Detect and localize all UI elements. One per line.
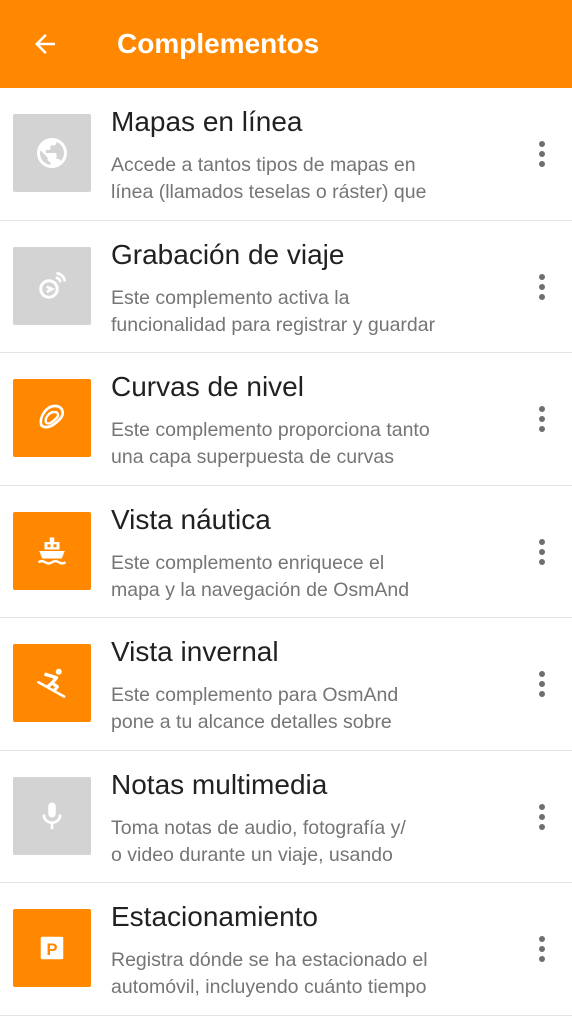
more-options-button[interactable]	[522, 399, 562, 439]
plugin-icon-container: P	[13, 909, 91, 987]
plugin-title: Curvas de nivel	[111, 371, 304, 402]
plugin-title: Notas multimedia	[111, 768, 328, 800]
more-options-button[interactable]	[522, 797, 562, 837]
plugin-description: Este complemento enriquece el mapa y la …	[111, 550, 511, 604]
description-line: Registra dónde se ha estacionado el	[111, 949, 428, 971]
plugin-title: Grabación de viaje	[111, 238, 345, 270]
plugin-icon-container	[13, 511, 91, 590]
more-vert-icon	[539, 671, 545, 677]
more-options-button[interactable]	[522, 929, 562, 969]
plugin-list: Mapas en línea Accede a tantos tipos de …	[0, 88, 572, 1016]
description-line: Este complemento proporciona tanto	[111, 419, 430, 441]
arrow-left-icon	[34, 34, 55, 54]
description-line: Toma notas de audio, fotografía y/	[111, 816, 406, 839]
plugin-title: Vista invernal	[111, 636, 279, 667]
plugin-item-multimedia-notes[interactable]: Notas multimedia Toma notas de audio, fo…	[0, 751, 572, 883]
plugin-item-nautical-view[interactable]: Vista náutica Este complemento enriquece…	[0, 486, 572, 618]
more-vert-icon	[539, 141, 545, 147]
plugin-description: Toma notas de audio, fotografía y/ o vid…	[111, 815, 511, 869]
parking-icon: P	[40, 936, 64, 960]
description-line: línea (llamados teselas o ráster) que	[111, 181, 427, 203]
svg-text:P: P	[46, 941, 57, 959]
description-line: Este complemento activa la	[111, 286, 350, 309]
plugin-item-winter-view[interactable]: Vista invernal Este complemento para Osm…	[0, 618, 572, 751]
description-line: mapa y la navegación de OsmAnd	[111, 578, 410, 601]
plugin-icon-container	[13, 379, 91, 457]
more-vert-icon	[539, 406, 545, 412]
plugin-title: Mapas en línea	[111, 106, 303, 137]
more-vert-icon	[539, 803, 545, 810]
plugin-description: Registra dónde se ha estacionado el auto…	[111, 947, 511, 1001]
plugin-description: Este complemento para OsmAnd pone a tu a…	[111, 682, 511, 736]
description-line: Accede a tantos tipos de mapas en	[111, 154, 416, 176]
plugin-icon-container	[13, 114, 91, 192]
plugin-item-contour-lines[interactable]: Curvas de nivel Este complemento proporc…	[0, 353, 572, 486]
more-options-button[interactable]	[522, 664, 562, 704]
globe-icon	[37, 138, 67, 168]
description-line: una capa superpuesta de curvas	[111, 446, 394, 468]
more-vert-icon	[539, 538, 545, 545]
skier-icon	[37, 668, 66, 698]
contour-lines-icon	[39, 404, 65, 429]
trip-recording-icon	[39, 271, 67, 299]
description-line: pone a tu alcance detalles sobre	[111, 711, 392, 733]
more-options-button[interactable]	[522, 532, 562, 572]
plugin-item-trip-recording[interactable]: Grabación de viaje Este complemento acti…	[0, 221, 572, 353]
plugin-description: Accede a tantos tipos de mapas en línea …	[111, 152, 511, 206]
plugin-icon-container	[13, 776, 91, 855]
more-vert-icon	[539, 936, 545, 942]
plugin-title: Vista náutica	[111, 503, 271, 535]
ship-icon	[37, 537, 67, 565]
plugin-item-online-maps[interactable]: Mapas en línea Accede a tantos tipos de …	[0, 88, 572, 221]
description-line: funcionalidad para registrar y guardar	[111, 313, 436, 336]
plugin-icon-container	[13, 246, 91, 325]
more-options-button[interactable]	[522, 267, 562, 307]
page-title: Complementos	[117, 28, 320, 59]
more-vert-icon	[539, 273, 545, 280]
app-bar: Complementos	[0, 0, 572, 88]
microphone-icon	[42, 802, 62, 829]
back-button[interactable]	[0, 0, 92, 88]
description-line: Este complemento enriquece el	[111, 551, 385, 574]
plugin-icon-container	[13, 644, 91, 722]
description-line: Este complemento para OsmAnd	[111, 684, 399, 706]
more-options-button[interactable]	[522, 134, 562, 174]
plugin-description: Este complemento proporciona tanto una c…	[111, 417, 511, 471]
plugin-description: Este complemento activa la funcionalidad…	[111, 285, 511, 339]
plugin-item-parking[interactable]: P Estacionamiento Registra dónde se ha e…	[0, 883, 572, 1016]
plugin-title: Estacionamiento	[111, 901, 319, 932]
description-line: o video durante un viaje, usando	[111, 843, 393, 866]
description-line: automóvil, incluyendo cuánto tiempo	[111, 976, 427, 998]
